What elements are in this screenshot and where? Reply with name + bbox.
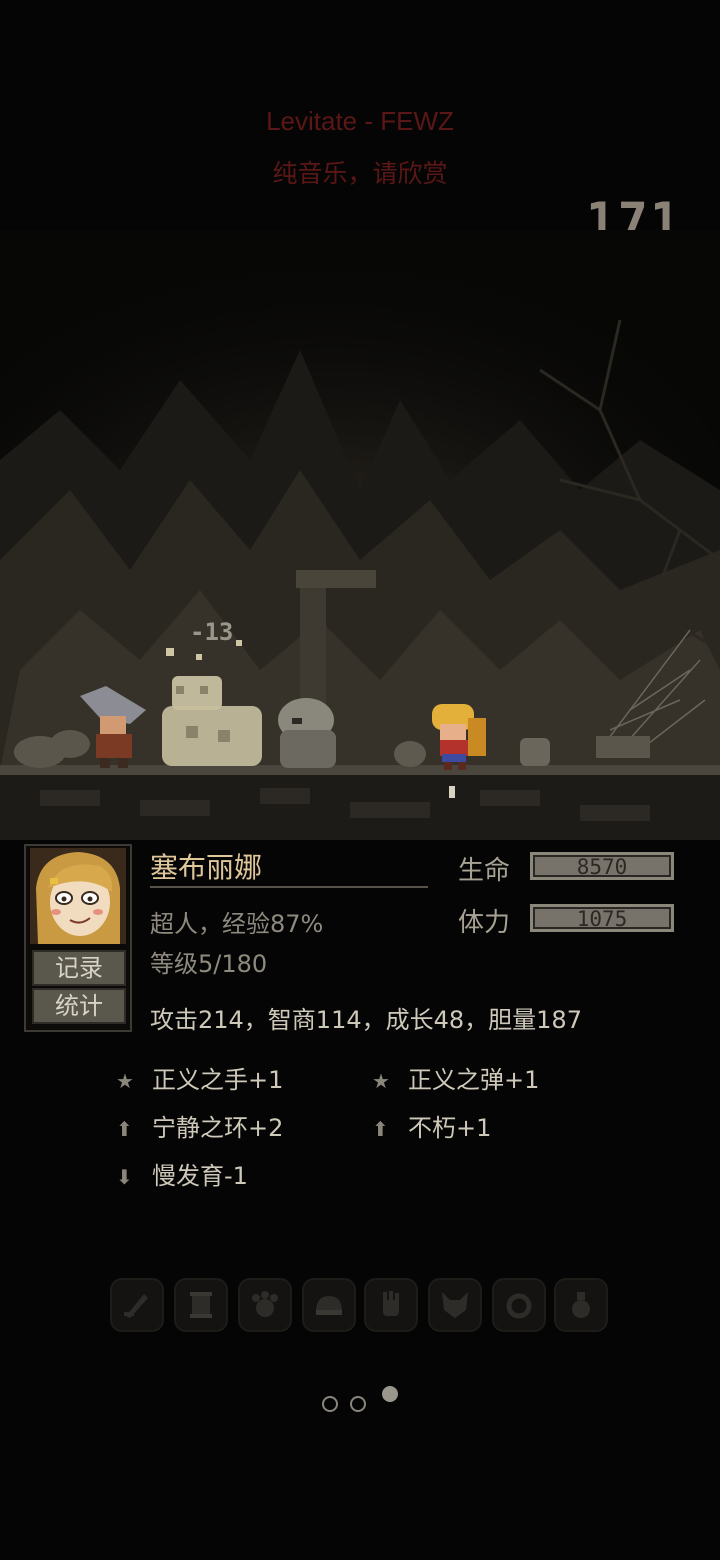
trait-label: 慢发育-1 <box>152 1162 248 1190</box>
hooded-enemy-sprite <box>278 698 336 768</box>
battle-scene: -13 <box>0 230 720 840</box>
wolf-icon <box>442 1292 468 1318</box>
hp-value: 8570 <box>576 855 628 879</box>
trait-item[interactable]: ⬆ 不朽+1 <box>372 1108 491 1143</box>
name-divider <box>150 886 428 888</box>
stamina-value: 1075 <box>576 907 628 931</box>
skull-icon <box>394 741 426 767</box>
hp-bar: 8570 <box>530 852 674 880</box>
hp-label: 生命 <box>458 856 511 886</box>
chest-icon <box>596 736 650 758</box>
sword-icon <box>124 1294 148 1318</box>
skill-slot-claw[interactable] <box>238 1278 292 1332</box>
song-subtitle: 纯音乐，请欣赏 <box>272 160 448 188</box>
potion-icon <box>572 1292 590 1318</box>
claw-icon <box>252 1291 278 1317</box>
page-dot-1[interactable] <box>322 1396 338 1412</box>
arrow-up-icon: ⬆ <box>116 1117 133 1141</box>
trait-label: 正义之手+1 <box>152 1066 284 1094</box>
star-icon: ★ <box>372 1069 390 1093</box>
character-portrait[interactable] <box>30 848 126 944</box>
skill-slot-ring[interactable] <box>492 1278 546 1332</box>
stamina-bar: 1075 <box>530 904 674 932</box>
hand-icon <box>383 1291 399 1316</box>
trait-item[interactable]: ⬇ 慢发育-1 <box>116 1156 248 1191</box>
trait-item[interactable]: ★ 正义之弹+1 <box>372 1060 539 1095</box>
candle-icon <box>449 786 455 798</box>
trait-label: 正义之弹+1 <box>408 1066 540 1094</box>
page-dot-2[interactable] <box>350 1396 366 1412</box>
skill-slot-wolf[interactable] <box>428 1278 482 1332</box>
character-class-exp: 超人，经验87% <box>150 910 324 938</box>
skill-slot-scroll[interactable] <box>174 1278 228 1332</box>
trait-label: 不朽+1 <box>408 1114 492 1142</box>
trait-item[interactable]: ⬆ 宁静之环+2 <box>116 1108 283 1143</box>
character-level: 等级5/180 <box>150 950 268 978</box>
scroll-icon <box>190 1292 212 1318</box>
trait-item[interactable]: ★ 正义之手+1 <box>116 1060 283 1095</box>
star-icon: ★ <box>116 1069 134 1093</box>
trait-label: 宁静之环+2 <box>152 1114 284 1142</box>
records-button[interactable]: 记录 <box>32 950 126 986</box>
skill-slot-potion[interactable] <box>554 1278 608 1332</box>
character-name: 塞布丽娜 <box>150 851 263 884</box>
arrow-up-icon: ⬆ <box>372 1117 389 1141</box>
ring-icon <box>506 1293 532 1319</box>
skill-slot-helmet[interactable] <box>302 1278 356 1332</box>
skill-slot-hand[interactable] <box>364 1278 418 1332</box>
stamina-label: 体力 <box>458 908 511 938</box>
skill-slot-sword[interactable] <box>110 1278 164 1332</box>
song-title: Levitate - FEWZ <box>266 106 454 136</box>
page-dot-3-active[interactable] <box>382 1386 398 1402</box>
damage-popup: -13 <box>190 618 233 646</box>
character-attributes: 攻击214，智商114，成长48，胆量187 <box>150 1006 582 1034</box>
stats-button[interactable]: 统计 <box>32 988 126 1024</box>
arrow-down-icon: ⬇ <box>116 1165 133 1189</box>
helmet-icon <box>316 1296 342 1315</box>
tombstone-icon <box>520 738 550 766</box>
